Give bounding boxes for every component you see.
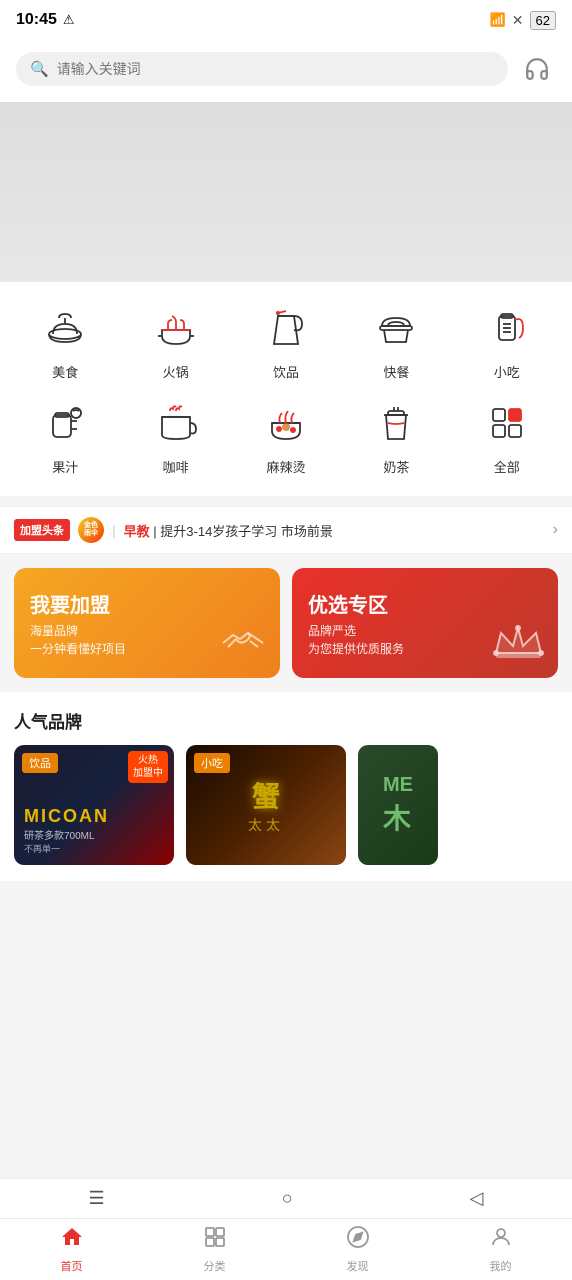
category-meishi-label: 美食 [52, 362, 78, 381]
brand-card-other[interactable]: ME木 [358, 745, 438, 865]
signal-x-icon: ✕ [512, 12, 524, 29]
status-time: 10:45 [16, 11, 57, 29]
category-kafei[interactable]: 咖啡 [120, 397, 230, 476]
status-bar: 10:45 ⚠ 📶 ✕ 62 [0, 0, 572, 40]
brand-card-micoan[interactable]: 饮品 火热加盟中 MICOAN 研茶多款700ML 不再单一 [14, 745, 174, 865]
banner-area[interactable] [0, 102, 572, 282]
nav-home-label: 首页 [61, 1258, 83, 1274]
mine-icon [489, 1225, 513, 1255]
category-guozhi-label: 果汁 [52, 457, 78, 476]
brand-micoan-tag: 饮品 [22, 753, 58, 773]
nav-home[interactable]: 首页 [0, 1219, 143, 1280]
promo-premium-title: 优选专区 [308, 589, 542, 618]
home-icon [60, 1225, 84, 1255]
ad-logo: 金色雨伞 [78, 517, 104, 543]
wifi-icon: 📶 [490, 12, 506, 28]
category-xiaochi-label: 小吃 [494, 362, 520, 381]
search-area: 🔍 [0, 40, 572, 102]
nav-category-label: 分类 [204, 1258, 226, 1274]
nav-discover-label: 发现 [347, 1258, 369, 1274]
category-meishi[interactable]: 美食 [10, 302, 120, 381]
category-huoguo-label: 火锅 [163, 362, 189, 381]
bottom-nav: 首页 分类 发现 我的 [0, 1218, 572, 1280]
ad-logo-circle: 金色雨伞 [78, 517, 104, 543]
android-nav: ☰ ○ ◁ [0, 1178, 572, 1218]
brands-section: 人气品牌 饮品 火热加盟中 MICOAN 研茶多款700ML 不再单一 小吃 蟹… [0, 692, 572, 881]
nav-category[interactable]: 分类 [143, 1219, 286, 1280]
crown-icon [491, 618, 546, 668]
android-back-btn[interactable]: ◁ [470, 1188, 484, 1209]
ad-tag: 加盟头条 [14, 519, 70, 541]
ad-text: 早教 | 提升3-14岁孩子学习 市场前景 [124, 521, 545, 540]
category-malatan-label: 麻辣烫 [266, 457, 305, 476]
promo-join-card[interactable]: 我要加盟 海量品牌 一分钟看懂好项目 [14, 568, 280, 678]
category-kafei-label: 咖啡 [163, 457, 189, 476]
category-malatan[interactable]: 麻辣烫 [231, 397, 341, 476]
brand-hot-badge: 火热加盟中 [128, 751, 168, 783]
search-icon: 🔍 [30, 60, 49, 78]
status-icons: 📶 ✕ 62 [490, 11, 556, 30]
brands-title: 人气品牌 [14, 708, 558, 733]
category-guozhi[interactable]: 果汁 [10, 397, 120, 476]
category-kuaican-label: 快餐 [383, 362, 409, 381]
category-huoguo[interactable]: 火锅 [120, 302, 230, 381]
category-all-label: 全部 [494, 457, 520, 476]
brands-scroll[interactable]: 饮品 火热加盟中 MICOAN 研茶多款700ML 不再单一 小吃 蟹 太太 M… [14, 745, 558, 881]
android-home-btn[interactable]: ○ [282, 1188, 293, 1209]
android-menu-btn[interactable]: ☰ [89, 1188, 105, 1209]
battery-icon: 62 [530, 11, 556, 30]
headset-icon[interactable] [518, 50, 556, 88]
handshake-icon [218, 613, 268, 668]
nav-mine[interactable]: 我的 [429, 1219, 572, 1280]
ad-banner[interactable]: 加盟头条 金色雨伞 | 早教 | 提升3-14岁孩子学习 市场前景 › [0, 506, 572, 554]
category-all[interactable]: 全部 [452, 397, 562, 476]
nav-mine-label: 我的 [490, 1258, 512, 1274]
category-naicha[interactable]: 奶茶 [341, 397, 451, 476]
category-yinpin-label: 饮品 [273, 362, 299, 381]
promo-premium-card[interactable]: 优选专区 品牌严选 为您提供优质服务 [292, 568, 558, 678]
promo-section: 我要加盟 海量品牌 一分钟看懂好项目 优选专区 品牌严选 为您提供优质服务 [0, 554, 572, 692]
warning-icon: ⚠ [63, 12, 75, 28]
ad-arrow-icon: › [553, 521, 558, 539]
category-icon [203, 1225, 227, 1255]
category-naicha-label: 奶茶 [383, 457, 409, 476]
category-xiaochi[interactable]: 小吃 [452, 302, 562, 381]
discover-icon [346, 1225, 370, 1255]
category-yinpin[interactable]: 饮品 [231, 302, 341, 381]
category-kuaican[interactable]: 快餐 [341, 302, 451, 381]
search-box[interactable]: 🔍 [16, 52, 508, 86]
search-input[interactable] [57, 61, 494, 77]
nav-discover[interactable]: 发现 [286, 1219, 429, 1280]
category-grid: 美食 火锅 饮品 [0, 282, 572, 496]
brand-card-taitan[interactable]: 小吃 蟹 太太 [186, 745, 346, 865]
